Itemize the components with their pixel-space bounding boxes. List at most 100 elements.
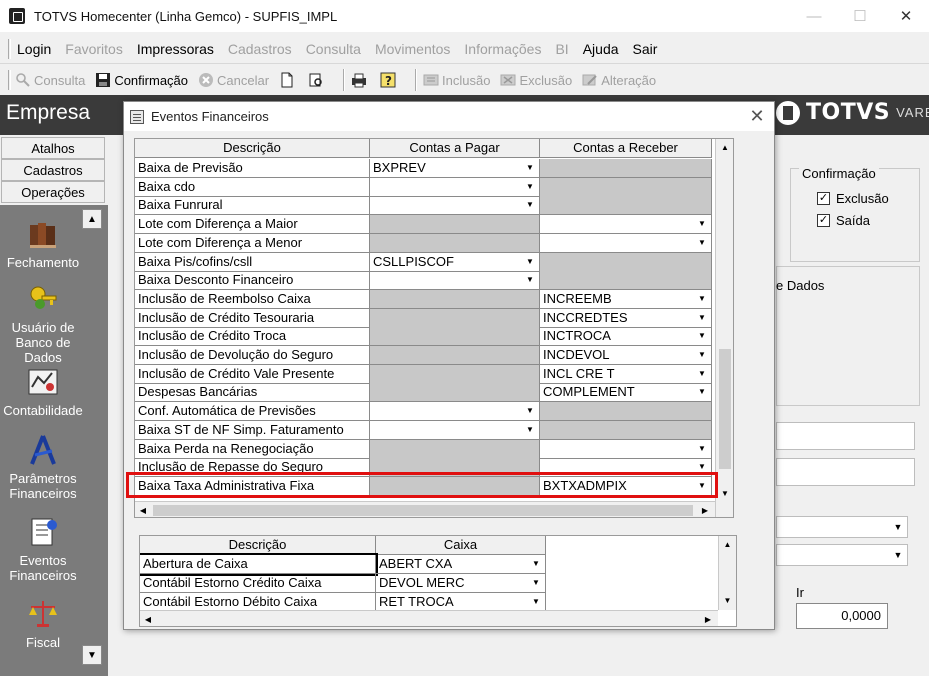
menu-item-movimentos[interactable]: Movimentos — [375, 41, 450, 57]
menu-item-sair[interactable]: Sair — [633, 41, 658, 57]
scroll-up-icon[interactable]: ▲ — [719, 536, 736, 552]
menu-item-cadastros[interactable]: Cadastros — [228, 41, 292, 57]
help-button[interactable]: ? — [380, 72, 399, 88]
preview-button[interactable] — [308, 72, 327, 88]
exclusao-checkbox[interactable]: ✓ Exclusão — [817, 191, 889, 206]
table-row[interactable]: Baixa Desconto Financeiro ▼ — [135, 271, 712, 291]
chevron-down-icon[interactable]: ▼ — [694, 235, 710, 251]
cell-caixa[interactable]: DEVOL MERC ▼ — [376, 574, 546, 593]
scroll-down-icon[interactable]: ▼ — [719, 592, 736, 608]
chevron-down-icon[interactable]: ▼ — [694, 366, 710, 382]
cell-descricao[interactable]: Inclusão de Repasse do Seguro — [135, 458, 370, 478]
menu-item-consulta[interactable]: Consulta — [306, 41, 361, 57]
cell-descricao[interactable]: Inclusão de Crédito Vale Presente — [135, 364, 370, 384]
chevron-down-icon[interactable]: ▼ — [694, 216, 710, 232]
cell-contas-receber[interactable]: COMPLEMENT ▼ — [540, 383, 712, 403]
cell-descricao[interactable]: Inclusão de Crédito Troca — [135, 327, 370, 347]
table-row[interactable]: Conf. Automática de Previsões ▼ — [135, 402, 712, 422]
confirmacao-button[interactable]: Confirmação — [95, 72, 188, 88]
print-button[interactable] — [351, 72, 370, 88]
table-row[interactable]: Inclusão de Reembolso Caixa INCREEMB ▼ — [135, 289, 712, 309]
cell-contas-pagar[interactable]: CSLLPISCOF ▼ — [370, 252, 540, 272]
exclusao-button[interactable]: Exclusão — [500, 72, 572, 88]
background-combo-2[interactable]: ▼ — [776, 544, 908, 566]
background-combo-1[interactable]: ▼ — [776, 516, 908, 538]
table-row[interactable]: Inclusão de Devolução do Seguro INCDEVOL ▼ — [135, 346, 712, 365]
chevron-down-icon[interactable]: ▼ — [522, 272, 538, 288]
table-row[interactable]: Inclusão de Repasse do Seguro ▼ — [135, 458, 712, 478]
menu-item-informa-es[interactable]: Informações — [464, 41, 541, 57]
cell-caixa[interactable]: ABERT CXA ▼ — [376, 555, 546, 574]
background-input-2[interactable] — [776, 458, 915, 486]
chevron-down-icon[interactable]: ▼ — [694, 347, 710, 363]
new-document-button[interactable] — [279, 72, 298, 88]
cell-contas-receber[interactable]: INCTROCA ▼ — [540, 327, 712, 347]
cell-descricao[interactable]: Inclusão de Devolução do Seguro — [135, 346, 370, 365]
cell-contas-receber[interactable]: INCCREDTES ▼ — [540, 308, 712, 328]
chevron-down-icon[interactable]: ▼ — [522, 403, 538, 419]
cell-descricao[interactable]: Baixa Perda na Renegociação — [135, 439, 370, 459]
cell-descricao[interactable]: Inclusão de Reembolso Caixa — [135, 289, 370, 309]
column-header-contas-receber[interactable]: Contas a Receber — [540, 139, 712, 158]
cell-descricao[interactable]: Conf. Automática de Previsões — [135, 402, 370, 422]
table-row[interactable]: Inclusão de Crédito Troca INCTROCA ▼ — [135, 327, 712, 347]
column-header-descricao[interactable]: Descrição — [135, 139, 370, 158]
dialog-close-button[interactable]: ✕ — [746, 106, 768, 126]
table-row[interactable]: Baixa Pis/cofins/csll CSLLPISCOF ▼ — [135, 252, 712, 272]
cell-contas-receber[interactable]: INCDEVOL ▼ — [540, 346, 712, 365]
cell-contas-pagar[interactable]: ▼ — [370, 196, 540, 216]
chevron-down-icon[interactable]: ▼ — [522, 197, 538, 213]
hscroll-thumb[interactable] — [153, 505, 693, 516]
cell-contas-receber[interactable]: BXTXADMPIX ▼ — [540, 476, 712, 496]
cell-contas-receber[interactable]: ▼ — [540, 215, 712, 235]
sidebar-item-parametros-financeiros[interactable]: Parâmetros Financeiros — [0, 433, 86, 501]
sidebar-scroll-down-button[interactable]: ▼ — [82, 645, 102, 665]
cell-contas-receber[interactable]: ▼ — [540, 233, 712, 253]
maximize-button[interactable]: ☐ — [837, 0, 883, 32]
table-row[interactable]: Baixa cdo ▼ — [135, 177, 712, 197]
cell-descricao[interactable]: Inclusão de Crédito Tesouraria — [135, 308, 370, 328]
column-header-caixa[interactable]: Caixa — [376, 536, 546, 555]
chevron-down-icon[interactable]: ▼ — [694, 291, 710, 307]
chevron-down-icon[interactable]: ▼ — [694, 459, 710, 475]
cell-contas-receber[interactable]: INCL CRE T ▼ — [540, 364, 712, 384]
cell-contas-receber[interactable]: INCREEMB ▼ — [540, 289, 712, 309]
cell-contas-pagar[interactable]: ▼ — [370, 402, 540, 422]
table-row[interactable]: Lote com Diferença a Menor ▼ — [135, 233, 712, 253]
cell-contas-pagar[interactable]: ▼ — [370, 177, 540, 197]
table-row[interactable]: Contábil Estorno Crédito Caixa DEVOL MERC… — [140, 574, 546, 593]
table-row[interactable]: Inclusão de Crédito Vale Presente INCL CR… — [135, 364, 712, 384]
cell-descricao[interactable]: Lote com Diferença a Maior — [135, 215, 370, 235]
chevron-down-icon[interactable]: ▼ — [694, 310, 710, 326]
cell-contas-receber[interactable]: ▼ — [540, 439, 712, 459]
cell-descricao[interactable]: Contábil Estorno Crédito Caixa — [140, 574, 376, 593]
table-row[interactable]: Abertura de Caixa ABERT CXA ▼ — [140, 553, 546, 576]
scroll-up-icon[interactable]: ▲ — [716, 139, 733, 155]
chevron-down-icon[interactable]: ▼ — [528, 556, 544, 572]
chevron-down-icon[interactable]: ▼ — [522, 160, 538, 176]
cell-descricao[interactable]: Baixa Funrural — [135, 196, 370, 216]
menu-item-ajuda[interactable]: Ajuda — [583, 41, 619, 57]
cell-contas-pagar[interactable]: ▼ — [370, 271, 540, 291]
table-row[interactable]: Baixa Funrural ▼ — [135, 196, 712, 216]
table-row[interactable]: Baixa ST de NF Simp. Faturamento ▼ — [135, 420, 712, 440]
chevron-down-icon[interactable]: ▼ — [522, 254, 538, 270]
scroll-left-icon[interactable]: ◀ — [140, 611, 156, 626]
cancelar-button[interactable]: Cancelar — [198, 72, 269, 88]
caixa-grid-hscroll[interactable]: ◀ ▶ — [140, 610, 718, 626]
cell-contas-pagar[interactable]: ▼ — [370, 420, 540, 440]
ir-value-field[interactable]: 0,0000 — [796, 603, 888, 629]
sidebar-item-usuario-banco[interactable]: Usuário de Banco de Dados — [0, 282, 86, 365]
alteracao-button[interactable]: Alteração — [582, 72, 656, 88]
inclusao-button[interactable]: Inclusão — [423, 72, 490, 88]
chevron-down-icon[interactable]: ▼ — [694, 328, 710, 344]
table-row[interactable]: Baixa Taxa Administrativa Fixa BXTXADMPIX… — [135, 476, 712, 496]
scroll-right-icon[interactable]: ▶ — [697, 502, 713, 517]
background-input-1[interactable] — [776, 422, 915, 450]
sidebar-tab-operacoes[interactable]: Operações — [1, 181, 105, 203]
sidebar-tab-cadastros[interactable]: Cadastros — [1, 159, 105, 181]
table-row[interactable]: Despesas Bancárias COMPLEMENT ▼ — [135, 383, 712, 403]
sidebar-item-fechamento[interactable]: Fechamento — [0, 217, 86, 270]
table-row[interactable]: Inclusão de Crédito Tesouraria INCCREDTES… — [135, 308, 712, 328]
cell-contas-receber[interactable]: ▼ — [540, 458, 712, 478]
